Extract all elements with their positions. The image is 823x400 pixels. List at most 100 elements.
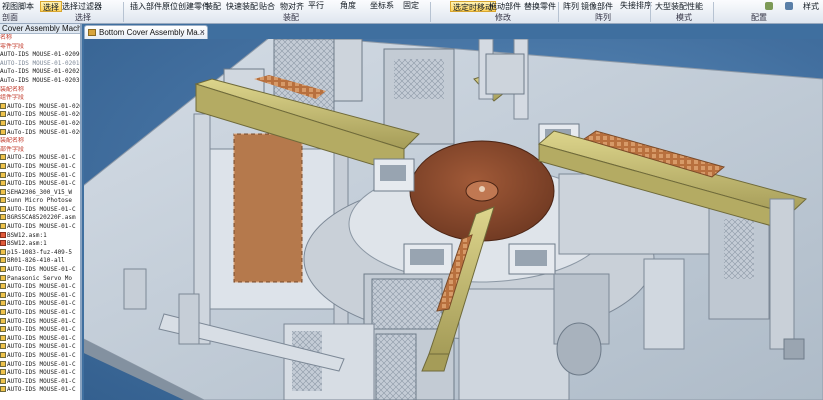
tree-item[interactable]: 组件字段 xyxy=(0,94,80,103)
view-script-button[interactable]: 视图脚本 xyxy=(2,1,34,12)
assembly-component-icon xyxy=(0,386,6,393)
tree-item[interactable]: 部件字段 xyxy=(0,146,80,155)
tree-item[interactable]: AUTO-IDS MOUSE-01-C xyxy=(0,309,80,318)
tree-item[interactable]: BR01-826-410-all xyxy=(0,257,80,266)
group-section-label: 剖面 xyxy=(2,13,18,22)
tree-item-label: AUTO-IDS MOUSE-01-C xyxy=(7,369,76,377)
tree-item-label: BSW12.asm:1 xyxy=(7,231,47,239)
tree-item[interactable]: BSW12.asm:1 xyxy=(0,231,80,241)
tree-item[interactable]: AUTO-IDS MOUSE-01-C xyxy=(0,291,80,301)
assembly-component-icon xyxy=(0,188,6,195)
tree-item-label: Panasonic Servo Mo xyxy=(7,274,73,282)
create-in-place-button[interactable]: 原位创建零件 xyxy=(162,1,210,12)
tree-item[interactable]: 装配名称 xyxy=(0,86,80,95)
ribbon-separator xyxy=(558,2,559,22)
large-assembly-performance-button[interactable]: 大型装配性能 xyxy=(655,1,703,12)
tree-item[interactable]: AUTO-IDS MOUSE-01-C xyxy=(0,283,80,292)
tree-item[interactable]: AUTO-IDS MOUSE-01-C xyxy=(0,205,80,215)
insert-component-button[interactable]: 插入部件 xyxy=(130,1,162,12)
tree-item[interactable]: AUTO-IDS MOUSE-01-0209000 xyxy=(0,51,80,60)
tree-item[interactable]: AUTO-IDS MOUSE-01-C xyxy=(0,154,80,163)
tree-item[interactable]: AUTO-IDS MOUSE-01-0203 xyxy=(0,111,80,120)
clean-array-button[interactable]: 失接排序 xyxy=(620,0,652,11)
tree-item-label: BGRS5CA8520220F.asm xyxy=(7,214,76,222)
tree-item[interactable]: 装配名称 xyxy=(0,137,80,146)
close-icon[interactable]: × xyxy=(200,26,205,39)
tree-item[interactable]: AUTO-IDS MOUSE-01-0203 xyxy=(0,119,80,129)
assembly-component-icon xyxy=(0,102,6,109)
tree-item[interactable]: AUTO-IDS MOUSE-01-C xyxy=(0,171,80,181)
assembly-component-icon xyxy=(0,180,6,187)
tree-item-label: AuTo-IDS MOUSE-01-0203 xyxy=(7,128,80,136)
tree-item[interactable]: AUTO-IDS MOUSE-01-C xyxy=(0,317,80,327)
assembly-component-icon xyxy=(0,128,6,135)
tree-item-label: 装配名称 xyxy=(0,137,25,145)
group-assembly-label: 装配 xyxy=(283,13,299,22)
tree-item[interactable]: AUTO-IDS MOUSE-01-C xyxy=(0,369,80,378)
mirror-component-button[interactable]: 镜像部件 xyxy=(581,1,613,12)
tree-item-label: AUTO-IDS MOUSE-01-C xyxy=(7,171,76,179)
assembly-component-icon xyxy=(0,171,6,178)
tree-item[interactable]: BGRS5CA8520220F.asm xyxy=(0,214,80,223)
tree-item[interactable]: p15-1083-fuz-409-5 xyxy=(0,248,80,258)
tree-item-label: 组件字段 xyxy=(0,94,25,102)
tree-item[interactable]: AUTO-IDS MOUSE-01-C xyxy=(0,351,80,361)
tree-item[interactable]: AUTO-IDS MOUSE-01-C xyxy=(0,266,80,275)
tree-item[interactable]: AUTO-IDS MOUSE-01-C xyxy=(0,162,80,172)
tree-item[interactable]: AUTO-IDS MOUSE-01-C xyxy=(0,180,80,189)
tree-item[interactable]: 名称 xyxy=(0,34,80,43)
select-button[interactable]: 选择 xyxy=(40,1,62,12)
tree-item[interactable]: Sunn Micro Photose xyxy=(0,197,80,206)
parallel-button[interactable]: 平行 xyxy=(308,0,324,11)
model-browser[interactable]: Cover Assembly Machine 7 名称零件字段AUTO-IDS … xyxy=(0,24,82,400)
drag-component-button[interactable]: 拖动部件 xyxy=(489,1,521,12)
tree-item[interactable]: AUTO-IDS MOUSE-01-C xyxy=(0,360,80,370)
tree-item[interactable]: AUTO-IDS MOUSE-01-C xyxy=(0,377,80,387)
tree-item[interactable]: Panasonic Servo Mo xyxy=(0,274,80,284)
tree-item-label: AUTO-IDS MOUSE-01-C xyxy=(7,266,76,274)
tree-item[interactable]: BSW12.asm:1 xyxy=(0,240,80,249)
replace-component-button[interactable]: 替换零件 xyxy=(524,1,556,12)
tree-item-label: 零件字段 xyxy=(0,42,25,50)
select-filter-button[interactable]: 选择过滤器 xyxy=(62,1,102,12)
tree-item-label: 装配名称 xyxy=(0,85,25,93)
display-icon[interactable] xyxy=(765,2,773,10)
assembly-component-icon xyxy=(0,369,6,376)
coordinate-button[interactable]: 坐标系 xyxy=(370,0,394,11)
tree-item[interactable]: AuTo-IDS MOUSE-01-0202000 xyxy=(0,68,80,77)
tree-item-label: AUTO-IDS MOUSE-01-C xyxy=(7,386,76,394)
tree-item-label: AUTO-IDS MOUSE-01-0203 xyxy=(7,119,80,127)
object-align-button[interactable]: 物对齐 xyxy=(280,1,304,12)
style-button[interactable]: 样式 xyxy=(803,1,819,12)
tree-item[interactable]: AuTo-IDS MOUSE-01-0203 xyxy=(0,128,80,138)
tree-root[interactable]: Cover Assembly Machine 7 xyxy=(0,24,80,34)
angle-button[interactable]: 角度 xyxy=(340,0,356,11)
tree-item-label: AUTO-IDS MOUSE-01-C xyxy=(7,180,76,188)
tree-item[interactable]: AUTO-IDS MOUSE-01-0201000 xyxy=(0,60,80,69)
tree-item[interactable]: AUTO-IDS MOUSE-01-C xyxy=(0,334,80,344)
array-button[interactable]: 阵列 xyxy=(563,1,579,12)
tree-item[interactable]: AUTO-IDS MOUSE-01-C xyxy=(0,326,80,335)
tree-item-label: AUTO-IDS MOUSE-01-C xyxy=(7,283,76,291)
mate-button[interactable]: 贴合 xyxy=(259,1,275,12)
tree-item-label: AUTO-IDS MOUSE-01-C xyxy=(7,309,76,316)
tree-item-label: AUTO-IDS MOUSE-01-C xyxy=(7,351,76,359)
tree-item[interactable]: AUTO-IDS MOUSE-01-C xyxy=(0,223,80,232)
document-tab[interactable]: Bottom Cover Assembly Ma... × xyxy=(84,25,208,39)
tree-item-label: AUTO-IDS MOUSE-01-0203 xyxy=(7,111,80,119)
config-icon[interactable] xyxy=(785,2,793,10)
assembly-component-icon xyxy=(0,283,6,290)
tree-item[interactable]: 零件字段 xyxy=(0,43,80,52)
tree-item[interactable]: AuTo-IDS MOUSE-01-0203000 xyxy=(0,77,80,86)
assembly-file-icon xyxy=(88,29,96,36)
tree-item[interactable]: AUTO-IDS MOUSE-01-C xyxy=(0,300,80,309)
fix-button[interactable]: 固定 xyxy=(403,0,419,11)
assemble-button[interactable]: 装配 xyxy=(205,1,221,12)
tree-item[interactable]: AUTO-IDS MOUSE-01-C xyxy=(0,386,80,395)
tree-item[interactable]: AUTO-IDS MOUSE-01-C xyxy=(0,343,80,352)
tree-item[interactable]: SEHA2306_300_V15_W xyxy=(0,188,80,198)
quick-assemble-button[interactable]: 快速装配 xyxy=(226,1,258,12)
3d-viewport[interactable] xyxy=(84,39,823,400)
tree-item-label: AUTO-IDS MOUSE-01-0209000 xyxy=(0,51,80,59)
tree-item[interactable]: AUTO-IDS MOUSE-01-0203 xyxy=(0,102,80,112)
